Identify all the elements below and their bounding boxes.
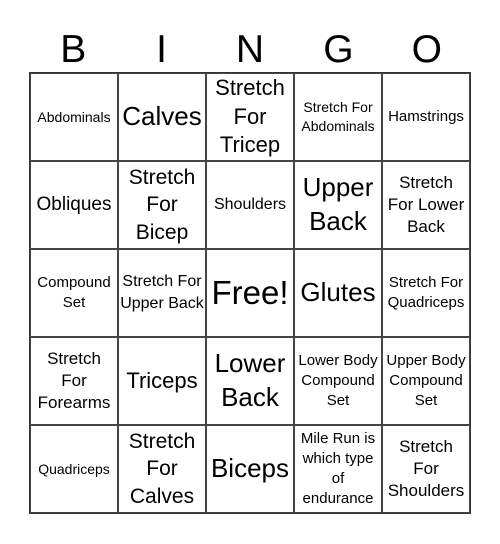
bingo-cell[interactable]: Stretch For Tricep [206,73,294,161]
header-letter-i: I [156,28,168,71]
header-letter-o: O [411,28,442,71]
bingo-cell[interactable]: Quadriceps [30,425,118,513]
bingo-cell[interactable]: Stretch For Quadriceps [382,249,470,337]
bingo-cell[interactable]: Stretch For Upper Back [118,249,206,337]
bingo-cell[interactable]: Abdominals [30,73,118,161]
header-letter-g: G [323,28,354,71]
bingo-cell[interactable]: Shoulders [206,161,294,249]
header-letter-n: N [235,28,265,71]
bingo-cell[interactable]: Stretch For Calves [118,425,206,513]
bingo-cell[interactable]: Stretch For Bicep [118,161,206,249]
bingo-cell[interactable]: Mile Run is which type of endurance [294,425,382,513]
bingo-cell[interactable]: Hamstrings [382,73,470,161]
bingo-cell[interactable]: Upper Back [294,161,382,249]
bingo-cell[interactable]: Obliques [30,161,118,249]
bingo-cell[interactable]: Stretch For Abdominals [294,73,382,161]
free-space[interactable]: Free! [206,249,294,337]
bingo-cell[interactable]: Lower Back [206,337,294,425]
header-letter-b: B [60,28,87,71]
bingo-cell[interactable]: Stretch For Lower Back [382,161,470,249]
bingo-cell[interactable]: Upper Body Compound Set [382,337,470,425]
bingo-cell[interactable]: Calves [118,73,206,161]
bingo-cell[interactable]: Lower Body Compound Set [294,337,382,425]
bingo-cell[interactable]: Stretch For Forearms [30,337,118,425]
bingo-cell[interactable]: Compound Set [30,249,118,337]
bingo-cell[interactable]: Triceps [118,337,206,425]
bingo-grid: Abdominals Calves Stretch For Tricep Str… [29,72,471,514]
bingo-cell[interactable]: Biceps [206,425,294,513]
bingo-cell[interactable]: Stretch For Shoulders [382,425,470,513]
bingo-header: B I N G O [29,27,471,73]
bingo-cell[interactable]: Glutes [294,249,382,337]
